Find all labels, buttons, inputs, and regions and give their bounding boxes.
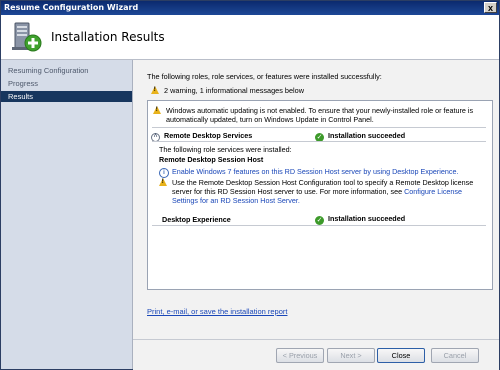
update-warning-text: Windows automatic updating is not enable… [166,106,486,124]
rds-role-name: Remote Desktop Services [164,131,253,140]
server-with-plus-icon [12,22,42,52]
previous-button[interactable]: < Previous [276,348,324,363]
desktop-status-text: Installation succeeded [328,214,406,223]
config-warning-prefix: server for this RD Session Host server t… [172,187,405,196]
warning-icon [151,86,159,94]
config-warning [159,178,167,187]
sidebar-item-results[interactable]: Results [1,91,132,102]
window-title: Resume Configuration Wizard [4,3,139,12]
results-panel: Windows automatic updating is not enable… [147,100,493,290]
close-button[interactable]: Close [377,348,425,363]
sidebar-item-progress[interactable]: Progress [1,78,132,89]
installation-report-link[interactable]: Print, e-mail, or save the installation … [147,307,287,316]
config-warning-line-2: server for this RD Session Host server t… [172,187,488,196]
desktop-experience-name: Desktop Experience [162,215,231,224]
update-warning-line-1: Windows automatic updating is not enable… [166,106,474,115]
messages-summary: 2 warning, 1 informational messages belo… [151,86,304,95]
page-title: Installation Results [51,30,165,44]
wizard-header: Installation Results [1,15,499,60]
next-button[interactable]: Next > [327,348,375,363]
summary-text: 2 warning, 1 informational messages belo… [164,86,304,95]
results-content: The following roles, role services, or f… [133,60,499,339]
close-icon: x [487,3,493,13]
desktop-experience-status: ✓ Installation succeeded [315,214,405,225]
sidebar-item-resuming-configuration[interactable]: Resuming Configuration [1,65,132,76]
update-warning [153,106,161,115]
wizard-footer: < Previous Next > Close Cancel [133,339,499,370]
divider [152,141,486,142]
config-warning-line-1: Use the Remote Desktop Session Host Conf… [172,178,474,187]
desktop-experience-info-link[interactable]: Enable Windows 7 features on this RD Ses… [172,167,458,176]
title-bar: Resume Configuration Wizard x [1,1,499,15]
update-warning-line-2: automatically updated, turn on Windows U… [166,115,374,124]
wizard-sidebar: Resuming Configuration Progress Results [1,60,133,369]
divider [152,127,486,128]
info-message: i [159,166,169,178]
rds-status-text: Installation succeeded [328,131,406,140]
configure-license-link[interactable]: Configure License [404,187,462,196]
warning-icon [153,106,161,114]
divider [152,225,486,226]
success-check-icon: ✓ [315,216,324,225]
warning-icon [159,178,167,186]
intro-text: The following roles, role services, or f… [147,72,382,81]
config-warning-text: Use the Remote Desktop Session Host Conf… [172,178,488,205]
role-services-intro: The following role services were install… [159,145,292,154]
wizard-window: Resume Configuration Wizard x Installati… [0,0,500,370]
close-window-button[interactable]: x [484,2,497,13]
configure-license-link-continued[interactable]: Settings for an RD Session Host Server. [172,196,488,205]
info-icon: i [159,168,169,178]
cancel-button[interactable]: Cancel [431,348,479,363]
role-service-name: Remote Desktop Session Host [159,155,264,164]
